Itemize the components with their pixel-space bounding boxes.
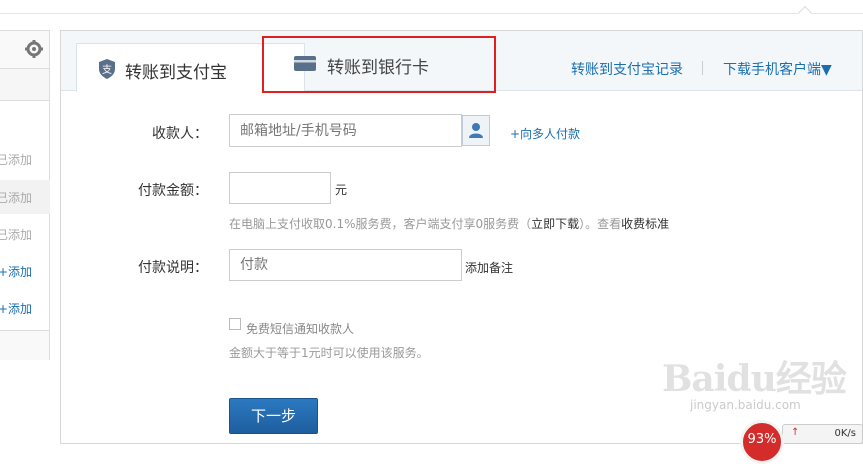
fee-tip-mid: ）。查看 <box>579 217 622 231</box>
next-step-button[interactable]: 下一步 <box>229 398 318 434</box>
sidebar-item-add[interactable]: +添加 <box>0 263 32 280</box>
download-client-link[interactable]: 下载手机客户端▼ <box>723 59 832 79</box>
watermark-sub: jingyan.baidu.com <box>690 398 801 412</box>
sidebar-footer <box>0 330 50 360</box>
currency-unit: 元 <box>335 183 348 197</box>
net-speed-widget[interactable]: ↑ 0K/s 93% <box>740 420 863 464</box>
multi-payee-link[interactable]: +向多人付款 <box>510 125 580 142</box>
amount-label: 付款金额： <box>138 183 208 199</box>
person-icon <box>469 123 483 138</box>
link-separator <box>702 61 703 75</box>
tab-alipay-label: 转账到支付宝 <box>125 63 227 83</box>
sidebar-item-added: 已添加 <box>0 228 33 242</box>
transfer-records-link[interactable]: 转账到支付宝记录 <box>571 59 683 79</box>
speed-percent: 93% <box>740 420 784 464</box>
speed-rate: 0K/s <box>834 428 857 439</box>
watermark-main: Baidu经验 <box>662 358 847 400</box>
add-note-link[interactable]: 添加备注 <box>465 259 513 276</box>
sidebar-item-added: 已添加 <box>0 153 33 167</box>
payee-input[interactable] <box>229 114 462 147</box>
amount-input[interactable] <box>229 172 331 204</box>
note-input[interactable] <box>229 249 462 281</box>
gear-icon[interactable] <box>24 39 44 59</box>
sidebar-strip <box>0 69 49 101</box>
download-now-link[interactable]: 立即下载 <box>531 217 579 231</box>
upload-arrow-icon: ↑ <box>791 427 800 438</box>
top-bar <box>0 0 863 14</box>
sms-notify-checkbox[interactable] <box>229 318 241 330</box>
alipay-shield-icon: 支 <box>99 59 115 79</box>
fee-tip: 在电脑上支付收取0.1%服务费，客户端支付享0服务费（立即下载）。查看收费标准 <box>229 215 669 232</box>
note-label: 付款说明： <box>138 260 208 276</box>
sidebar-header <box>0 31 49 69</box>
payee-label: 收款人： <box>152 126 208 142</box>
sidebar-item-added: 已添加 <box>0 191 33 205</box>
sms-notify-label: 免费短信通知收款人 <box>246 322 355 336</box>
contact-picker-button[interactable] <box>462 115 490 146</box>
sms-notify-tip: 金额大于等于1元时可以使用该服务。 <box>229 346 429 360</box>
baidu-watermark: Baidu经验 jingyan.baidu.com <box>662 350 847 412</box>
speed-bar: ↑ 0K/s <box>782 424 863 444</box>
sidebar-item-add[interactable]: +添加 <box>0 300 32 317</box>
fee-tip-text: 在电脑上支付收取0.1%服务费，客户端支付享0服务费（ <box>229 217 532 231</box>
svg-text:支: 支 <box>102 64 112 76</box>
highlight-annotation <box>262 36 496 93</box>
fee-standard-link[interactable]: 收费标准 <box>621 217 669 231</box>
